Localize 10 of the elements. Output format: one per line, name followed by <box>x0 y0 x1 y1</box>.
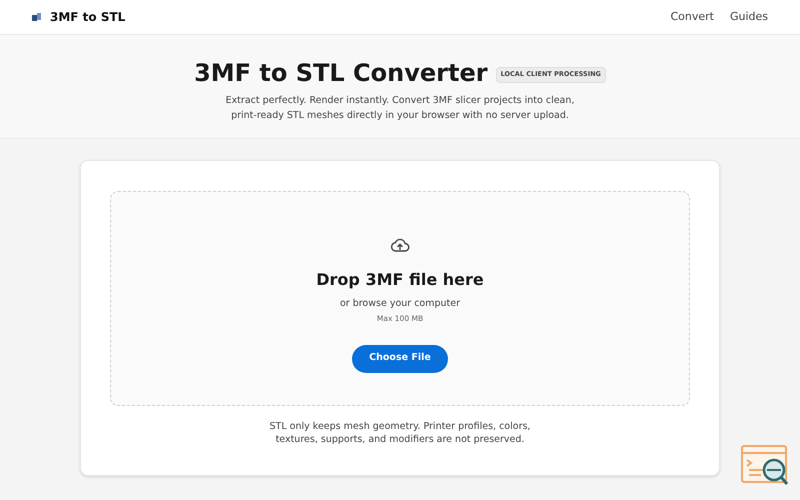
drop-title: Drop 3MF file here <box>316 269 484 291</box>
nav-link[interactable]: Convert <box>670 8 714 26</box>
brand-name[interactable]: 3MF to STL <box>50 8 126 26</box>
page-title: 3MF to STL Converter <box>194 61 488 85</box>
choose-file-button[interactable]: Choose File <box>352 344 448 372</box>
browse-hint: or browse your computer <box>340 297 460 311</box>
nav-link[interactable]: Guides <box>730 8 768 26</box>
hero-subtitle: Extract perfectly. Render instantly. Convert 3MF slicer projects into clean, print-ready STL meshes directly in your browser with no server upload. <box>224 94 576 123</box>
logo-icon <box>32 12 42 22</box>
format-note: STL only keeps mesh geometry. Printer profiles, colors, textures, supports, and modifiers are not preserved. <box>268 420 532 446</box>
